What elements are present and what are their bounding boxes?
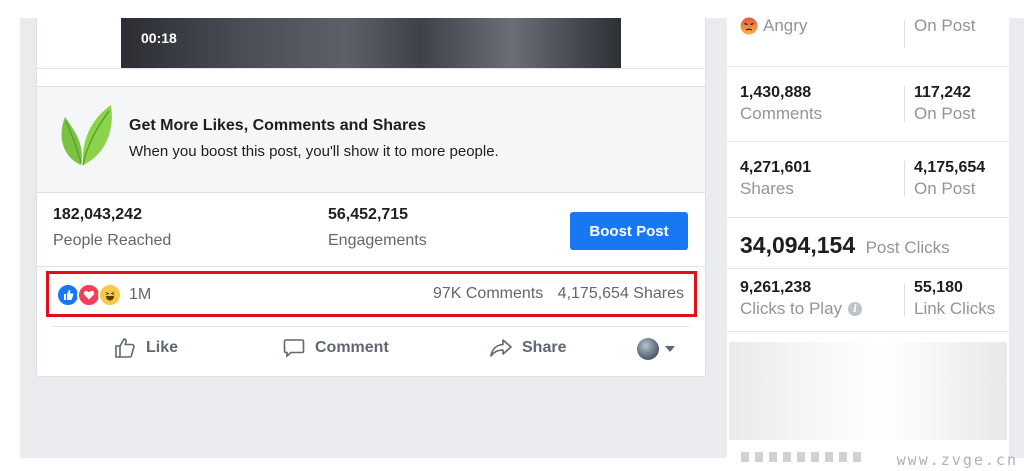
comment-button[interactable]: Comment xyxy=(282,336,389,360)
reaction-summary-row: 1M 97K Comments 4,175,654 Shares xyxy=(46,271,697,317)
stat-label: Engagements xyxy=(328,232,427,249)
post-card: 00:18 Get More Likes, Comments and Share… xyxy=(36,18,706,377)
insights-value: 4,175,654 xyxy=(914,159,986,176)
post-clicks-summary: 34,094,154 Post Clicks xyxy=(740,232,950,259)
divider xyxy=(53,326,689,327)
insights-label-clicks-to-play: Clicks to Play i xyxy=(740,299,863,319)
angry-icon xyxy=(740,17,758,35)
insights-label: On Post xyxy=(914,104,976,123)
blurred-text xyxy=(741,452,861,462)
video-player[interactable]: 00:18 xyxy=(121,18,621,68)
thumbs-up-icon xyxy=(115,338,135,358)
insights-label: Link Clicks xyxy=(914,299,996,318)
stat-engagements: 56,452,715 Engagements xyxy=(328,206,427,250)
divider xyxy=(904,161,905,197)
stat-label: People Reached xyxy=(53,232,172,249)
insights-label: On Post xyxy=(914,16,976,35)
divider xyxy=(904,20,905,48)
insights-value: 1,430,888 xyxy=(740,84,812,101)
boost-promo-subtitle: When you boost this post, you'll show it… xyxy=(129,143,499,160)
engagement-counts: 97K Comments 4,175,654 Shares xyxy=(433,285,684,303)
boost-post-button[interactable]: Boost Post xyxy=(570,212,688,250)
divider xyxy=(37,266,705,267)
insights-cell: 55,180 Link Clicks xyxy=(914,279,995,319)
like-label: Like xyxy=(146,339,179,356)
insights-value: 55,180 xyxy=(914,279,963,296)
insights-label-text: Clicks to Play xyxy=(740,299,843,318)
insights-label-angry: Angry xyxy=(740,16,807,36)
info-icon[interactable]: i xyxy=(848,302,863,316)
divider xyxy=(904,86,905,122)
shares-count-link[interactable]: 4,175,654 Shares xyxy=(558,285,684,302)
insights-label-text: Angry xyxy=(763,16,808,35)
stat-value: 56,452,715 xyxy=(328,206,409,223)
post-clicks-value: 34,094,154 xyxy=(740,232,856,258)
boost-promo-box: Get More Likes, Comments and Shares When… xyxy=(37,86,705,193)
video-timestamp: 00:18 xyxy=(141,30,177,46)
haha-icon xyxy=(98,283,122,307)
stat-people-reached: 182,043,242 People Reached xyxy=(53,206,171,250)
insights-row-clicks: 9,261,238 Clicks to Play i 55,180 Link C… xyxy=(727,268,1009,332)
divider xyxy=(37,68,705,69)
insights-row-angry: Angry On Post xyxy=(727,0,1009,67)
watermark: www.zvge.cn xyxy=(896,451,1018,469)
insights-cell: 4,175,654 On Post xyxy=(914,159,985,199)
divider xyxy=(904,283,905,317)
insights-label: Comments xyxy=(740,104,823,123)
insights-cell: 117,242 On Post xyxy=(914,84,975,124)
comment-bubble-icon xyxy=(283,339,305,358)
insights-value: 9,261,238 xyxy=(740,279,812,296)
blurred-content xyxy=(729,342,1007,440)
insights-row-comments: 1,430,888 Comments 117,242 On Post xyxy=(727,66,1009,142)
reaction-icons[interactable]: 1M xyxy=(56,283,151,307)
insights-row-shares: 4,271,601 Shares 4,175,654 On Post xyxy=(727,141,1009,218)
insights-cell: On Post xyxy=(914,14,975,36)
post-clicks-label: Post Clicks xyxy=(865,238,950,257)
insights-label: On Post xyxy=(914,179,976,198)
insights-panel: Angry On Post 1,430,888 Comments 117,242… xyxy=(727,0,1009,471)
share-button[interactable]: Share xyxy=(489,336,566,360)
comments-count-link[interactable]: 97K Comments xyxy=(433,285,543,302)
insights-value: 4,271,601 xyxy=(740,159,812,176)
stat-value: 182,043,242 xyxy=(53,206,142,223)
insights-label: Shares xyxy=(740,179,794,198)
share-arrow-icon xyxy=(490,339,512,357)
like-button[interactable]: Like xyxy=(113,336,178,360)
insights-value: 117,242 xyxy=(914,84,971,101)
page-background-edge xyxy=(1009,18,1024,458)
leaf-icon xyxy=(61,105,112,166)
insights-cell: Angry xyxy=(740,14,807,36)
insights-cell: 4,271,601 Shares xyxy=(740,159,811,199)
comment-label: Comment xyxy=(315,339,389,356)
boost-promo-title: Get More Likes, Comments and Shares xyxy=(129,117,426,134)
chevron-down-icon xyxy=(665,346,675,352)
insights-cell: 1,430,888 Comments xyxy=(740,84,822,124)
post-as-selector[interactable] xyxy=(637,338,675,360)
share-label: Share xyxy=(522,339,567,356)
reaction-count: 1M xyxy=(129,286,152,303)
avatar xyxy=(637,338,659,360)
insights-cell: 9,261,238 Clicks to Play i xyxy=(740,279,863,319)
